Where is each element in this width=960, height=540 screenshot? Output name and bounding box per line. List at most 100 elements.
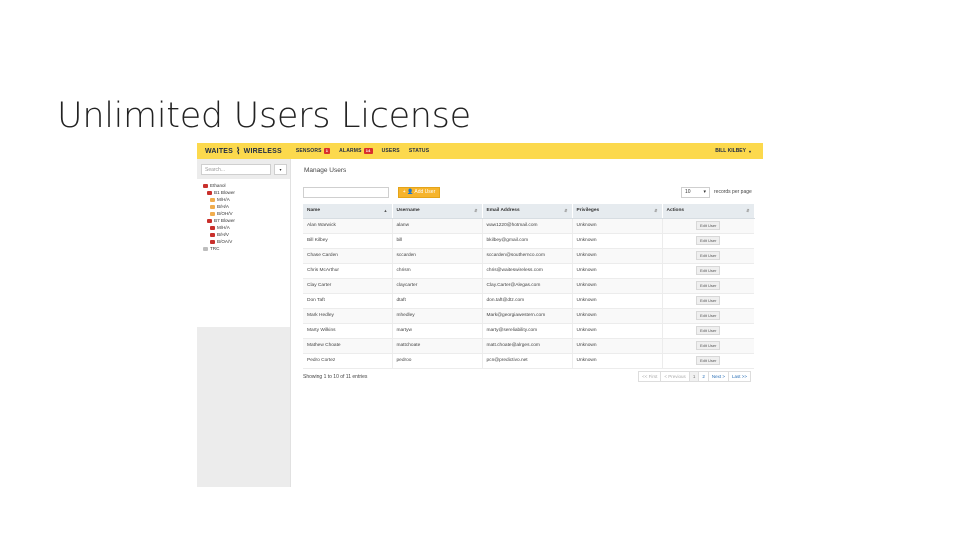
tree-item-trc[interactable]: TRC <box>203 246 219 251</box>
table-row: Chris McArthur chrism chris@waiteswirele… <box>303 263 754 279</box>
tree-item-label: B/H/A <box>217 204 229 209</box>
cell-privileges: Unknown <box>572 308 663 324</box>
column-header-actions[interactable]: Actions ⇵ <box>662 204 755 219</box>
column-header-label: Name <box>307 208 321 214</box>
tree-item-label: B1 Blower <box>214 190 235 195</box>
brand-text-right: WIRELESS <box>243 147 282 155</box>
column-header-privileges[interactable]: Privileges ⇵ <box>572 204 663 219</box>
edit-user-button[interactable]: Edit User <box>696 296 721 305</box>
tree-item-sensor[interactable]: B/H/V <box>210 232 229 237</box>
pagination-first[interactable]: << First <box>638 371 662 382</box>
user-menu[interactable]: BILL KILBEY ▾ <box>715 148 751 154</box>
column-header-email[interactable]: Email Address ⇵ <box>482 204 573 219</box>
pagination-next[interactable]: Next > <box>707 371 729 382</box>
edit-user-button[interactable]: Edit User <box>696 236 721 245</box>
users-table: Name ▲ Username ⇵ Email Address ⇵ Privilege… <box>303 204 755 369</box>
column-header-label: Username <box>396 208 420 214</box>
cell-privileges: Unknown <box>572 218 663 234</box>
column-header-username[interactable]: Username ⇵ <box>392 204 483 219</box>
edit-user-button[interactable]: Edit User <box>696 251 721 260</box>
sensor-warning-icon <box>210 204 215 209</box>
edit-user-button[interactable]: Edit User <box>696 341 721 350</box>
nav-alarms-label: ALARMS <box>339 148 362 154</box>
brand-text-left: WAITES <box>205 147 234 155</box>
edit-user-button[interactable]: Edit User <box>696 281 721 290</box>
cell-email: don.taft@dtz.com <box>482 293 573 309</box>
tree-item-b1-blower[interactable]: B1 Blower <box>207 190 235 195</box>
cell-email: bkilbey@gmail.com <box>482 233 573 249</box>
alarms-count-badge: 14 <box>363 148 373 154</box>
sensor-alarm-icon <box>210 232 215 237</box>
chevron-down-icon: ▾ <box>703 189 706 195</box>
nav-alarms[interactable]: ALARMS 14 <box>339 148 373 154</box>
machine-alarm-icon <box>207 218 212 223</box>
records-per-page-select[interactable]: 10 ▾ <box>681 187 710 198</box>
sort-icon: ⇵ <box>564 208 568 213</box>
cell-name: Marty Wilkins <box>303 323 393 339</box>
sidebar: Search... ▾ Ethanol B1 Blower M/H/A B/H/… <box>197 159 291 487</box>
cell-email: marty@sereliability.com <box>482 323 573 339</box>
cell-name: Mark Hedley <box>303 308 393 324</box>
app-window: WAITES ⌇ WIRELESS SENSORS 1 ALARMS 14 US… <box>197 143 763 487</box>
sensor-alarm-icon <box>210 239 215 244</box>
tree-item-label: B/OA/V <box>217 239 233 244</box>
cell-username: claycarter <box>392 278 483 294</box>
sort-ascending-icon: ▲ <box>383 208 388 213</box>
tree-item-sensor[interactable]: B/H/A <box>210 204 229 209</box>
tree-item-label: TRC <box>210 246 220 251</box>
tree-item-sensor[interactable]: B/OH/V <box>210 211 233 216</box>
cell-name: Mathew Choate <box>303 338 393 354</box>
tree-item-sensor[interactable]: M/H/A <box>210 225 230 230</box>
pagination: << First < Previous 1 2 Next > Last >> <box>638 371 751 382</box>
column-header-name[interactable]: Name ▲ <box>303 204 393 219</box>
table-header-row: Name ▲ Username ⇵ Email Address ⇵ Privilege… <box>303 204 755 219</box>
nav-users-label: USERS <box>381 148 400 154</box>
top-navbar: WAITES ⌇ WIRELESS SENSORS 1 ALARMS 14 US… <box>197 143 763 159</box>
edit-user-button[interactable]: Edit User <box>696 221 721 230</box>
cell-actions: Edit User <box>662 263 754 279</box>
cell-username: chrism <box>392 263 483 279</box>
edit-user-button[interactable]: Edit User <box>696 266 721 275</box>
brand-logo[interactable]: WAITES ⌇ WIRELESS <box>205 146 282 156</box>
edit-user-button[interactable]: Edit User <box>696 311 721 320</box>
tree-item-sensor[interactable]: M/H/A <box>210 197 230 202</box>
nav-users[interactable]: USERS <box>382 148 400 154</box>
tree-item-b7-blower[interactable]: B7 Blower <box>207 218 235 223</box>
tree-item-label: Ethanol <box>210 183 226 188</box>
table-row: Alan Warwick alanw waw1220@hotmail.com U… <box>303 218 754 234</box>
cell-privileges: Unknown <box>572 353 663 369</box>
pagination-previous[interactable]: < Previous <box>660 371 690 382</box>
cell-email: waw1220@hotmail.com <box>482 218 573 234</box>
cell-privileges: Unknown <box>572 233 663 249</box>
cell-username: mhedley <box>392 308 483 324</box>
folder-icon <box>203 246 208 251</box>
cell-actions: Edit User <box>662 233 754 249</box>
edit-user-button[interactable]: Edit User <box>696 356 721 365</box>
tree-item-label: B/OH/V <box>217 211 233 216</box>
sensors-count-badge: 1 <box>323 148 331 154</box>
cell-email: sccarden@southernco.com <box>482 248 573 264</box>
sensor-alarm-icon <box>210 225 215 230</box>
page-title: Manage Users <box>304 167 347 174</box>
tree-item-ethanol[interactable]: Ethanol <box>203 183 226 188</box>
cell-name: Pedro Cortez <box>303 353 393 369</box>
add-user-button[interactable]: + 👤 Add User <box>398 187 440 198</box>
records-per-page-value: 10 <box>685 189 691 195</box>
records-per-page-label: records per page <box>714 189 752 195</box>
pagination-last[interactable]: Last >> <box>727 371 751 382</box>
nav-sensors[interactable]: SENSORS 1 <box>296 148 331 154</box>
cell-name: Chase Carden <box>303 248 393 264</box>
sidebar-dropdown-button[interactable]: ▾ <box>274 164 287 175</box>
nav-status[interactable]: STATUS <box>409 148 429 154</box>
cell-actions: Edit User <box>662 278 754 294</box>
user-filter-input[interactable] <box>303 187 389 198</box>
tree-item-sensor[interactable]: B/OA/V <box>210 239 232 244</box>
edit-user-button[interactable]: Edit User <box>696 326 721 335</box>
chevron-down-icon: ▾ <box>748 148 751 154</box>
table-row: Don Taft dtaft don.taft@dtz.com Unknown … <box>303 293 754 309</box>
cell-email: chris@waiteswireless.com <box>482 263 573 279</box>
tree-item-label: M/H/A <box>217 225 230 230</box>
cell-actions: Edit User <box>662 308 754 324</box>
sidebar-search-input[interactable]: Search... <box>201 164 271 175</box>
column-header-label: Email Address <box>486 208 520 214</box>
